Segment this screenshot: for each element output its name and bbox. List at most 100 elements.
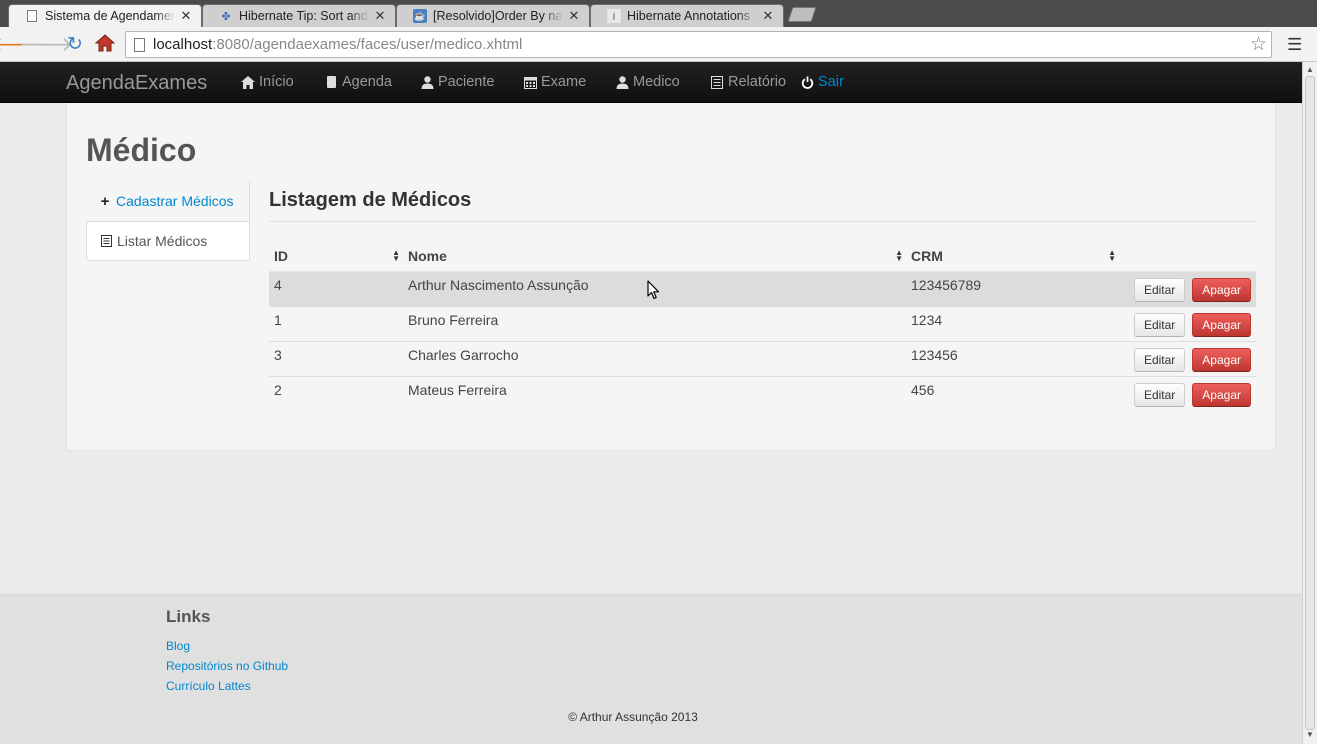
cell-actions: Editar Apagar — [1119, 375, 1256, 411]
nav-item-label: Sair — [818, 74, 844, 90]
side-item-label: Listar Médicos — [117, 233, 208, 249]
browser-tab-title: Sistema de Agendamento — [45, 9, 175, 23]
delete-button[interactable]: Apagar — [1192, 382, 1251, 407]
nav-item-inicio[interactable]: Início — [241, 74, 294, 90]
edit-button[interactable]: Editar — [1133, 347, 1186, 372]
scrollbar-thumb[interactable] — [1305, 76, 1315, 730]
nav-item-label: Início — [259, 74, 294, 90]
medicos-table: ID ▲ ▼ Nome ▲ ▼ CRM ▲ ▼ 4 Arthur Nascimento As… — [269, 242, 1256, 411]
mouse-cursor-icon — [647, 280, 661, 303]
nav-item-label: Medico — [633, 74, 680, 90]
side-menu: + Cadastrar Médicos Listar Médicos — [86, 181, 250, 261]
side-item-listar-medicos[interactable]: Listar Médicos — [86, 221, 250, 261]
cell-id: 3 — [269, 340, 403, 376]
list-icon — [100, 235, 112, 247]
close-icon[interactable]: ✕ — [179, 8, 193, 24]
table-row[interactable]: 1 Bruno Ferreira 1234 Editar Apagar — [269, 305, 1256, 341]
footer-heading: Links — [166, 607, 211, 626]
nav-item-paciente[interactable]: Paciente — [420, 74, 494, 90]
side-item-label: Cadastrar Médicos — [116, 193, 234, 209]
cell-id: 4 — [269, 270, 403, 306]
browser-tab-title: Hibernate Tip: Sort and O — [239, 9, 369, 23]
browser-tab[interactable]: Sistema de Agendamento ✕ — [8, 4, 202, 27]
plus-icon: + — [100, 192, 110, 210]
table-row[interactable]: 2 Mateus Ferreira 456 Editar Apagar — [269, 375, 1256, 411]
address-bar[interactable]: localhost:8080/agendaexames/faces/user/m… — [125, 31, 1272, 58]
section-divider — [269, 221, 1256, 222]
table-row[interactable]: 4 Arthur Nascimento Assunção 123456789 E… — [269, 270, 1256, 306]
cell-crm: 1234 — [906, 305, 1119, 341]
new-tab-button[interactable] — [787, 7, 817, 22]
home-icon — [241, 75, 255, 89]
footer-link-github[interactable]: Repositórios no Github — [166, 659, 288, 673]
home-button-icon[interactable] — [93, 31, 117, 55]
nav-item-label: Agenda — [342, 74, 392, 90]
calendar-icon — [523, 76, 537, 89]
cell-actions: Editar Apagar — [1119, 270, 1256, 306]
vertical-scrollbar[interactable]: ▲ ▼ — [1302, 62, 1317, 744]
column-header-actions — [1119, 242, 1256, 272]
table-row[interactable]: 3 Charles Garrocho 123456 Editar Apagar — [269, 340, 1256, 376]
close-icon[interactable]: ✕ — [373, 8, 387, 24]
copyright-text: © Arthur Assunção 2013 — [568, 710, 698, 724]
browser-tab-title: [Resolvido]Order By na an — [433, 9, 563, 23]
edit-button[interactable]: Editar — [1133, 277, 1186, 302]
brand-logo[interactable]: AgendaExames — [66, 72, 207, 95]
user-icon — [615, 75, 629, 89]
column-header-label: ID — [274, 248, 288, 265]
edit-button[interactable]: Editar — [1133, 382, 1186, 407]
nav-item-medico[interactable]: Medico — [615, 74, 680, 90]
browser-menu-icon[interactable]: ☰ — [1287, 35, 1302, 55]
column-header-id[interactable]: ID ▲ ▼ — [269, 242, 403, 272]
footer-link-lattes[interactable]: Currículo Lattes — [166, 679, 251, 693]
footer-link-blog[interactable]: Blog — [166, 639, 190, 653]
scroll-down-arrow-icon[interactable]: ▼ — [1306, 730, 1314, 739]
cell-crm: 123456 — [906, 340, 1119, 376]
side-menu-divider — [249, 181, 250, 261]
browser-tab[interactable]: ☕ [Resolvido]Order By na an ✕ — [396, 4, 590, 27]
cell-id: 1 — [269, 305, 403, 341]
delete-button[interactable]: Apagar — [1192, 347, 1251, 372]
book-icon — [324, 76, 338, 88]
table-header-row: ID ▲ ▼ Nome ▲ ▼ CRM ▲ ▼ — [269, 242, 1256, 272]
forward-arrow-icon[interactable]: 🡒 — [19, 32, 73, 56]
nav-item-sair[interactable]: Sair — [800, 74, 844, 90]
nav-item-relatorio[interactable]: Relatório — [710, 74, 786, 90]
delete-button[interactable]: Apagar — [1192, 277, 1251, 302]
jboss-favicon-icon: j — [607, 9, 621, 23]
browser-tabstrip: Sistema de Agendamento ✕ ✤ Hibernate Tip… — [0, 0, 1317, 27]
user-icon — [420, 75, 434, 89]
side-item-cadastrar-medicos[interactable]: + Cadastrar Médicos — [86, 181, 250, 221]
reload-icon[interactable]: ↻ — [63, 32, 87, 56]
guj-favicon-icon: ☕ — [413, 9, 427, 23]
browser-tab[interactable]: ✤ Hibernate Tip: Sort and O ✕ — [202, 4, 396, 27]
power-icon — [800, 76, 814, 89]
sort-icon[interactable]: ▲ ▼ — [1108, 249, 1116, 263]
nav-item-exame[interactable]: Exame — [523, 74, 586, 90]
edit-button[interactable]: Editar — [1133, 312, 1186, 337]
page-icon — [134, 37, 145, 52]
delete-button[interactable]: Apagar — [1192, 312, 1251, 337]
list-icon — [710, 75, 724, 89]
bookmark-star-icon[interactable]: ☆ — [1250, 33, 1267, 56]
hibernate-favicon-icon: ✤ — [221, 10, 231, 23]
sort-icon[interactable]: ▲ ▼ — [392, 249, 400, 263]
nav-item-label: Paciente — [438, 74, 495, 90]
scroll-up-arrow-icon[interactable]: ▲ — [1306, 65, 1314, 74]
cell-crm: 456 — [906, 375, 1119, 411]
nav-item-agenda[interactable]: Agenda — [324, 74, 392, 90]
cell-nome: Mateus Ferreira — [403, 375, 906, 411]
column-header-label: Nome — [408, 248, 447, 265]
column-header-label: CRM — [911, 248, 943, 265]
column-header-nome[interactable]: Nome ▲ ▼ — [403, 242, 906, 272]
column-header-crm[interactable]: CRM ▲ ▼ — [906, 242, 1119, 272]
close-icon[interactable]: ✕ — [761, 8, 775, 24]
url-path: :8080/agendaexames/faces/user/medico.xht… — [212, 36, 523, 53]
nav-item-label: Relatório — [728, 74, 787, 90]
close-icon[interactable]: ✕ — [567, 8, 581, 24]
section-title: Listagem de Médicos — [269, 189, 472, 211]
browser-tab[interactable]: j Hibernate Annotations ✕ — [590, 4, 784, 27]
nav-item-label: Exame — [541, 74, 587, 90]
browser-tab-title: Hibernate Annotations — [627, 9, 751, 23]
sort-icon[interactable]: ▲ ▼ — [895, 249, 903, 263]
